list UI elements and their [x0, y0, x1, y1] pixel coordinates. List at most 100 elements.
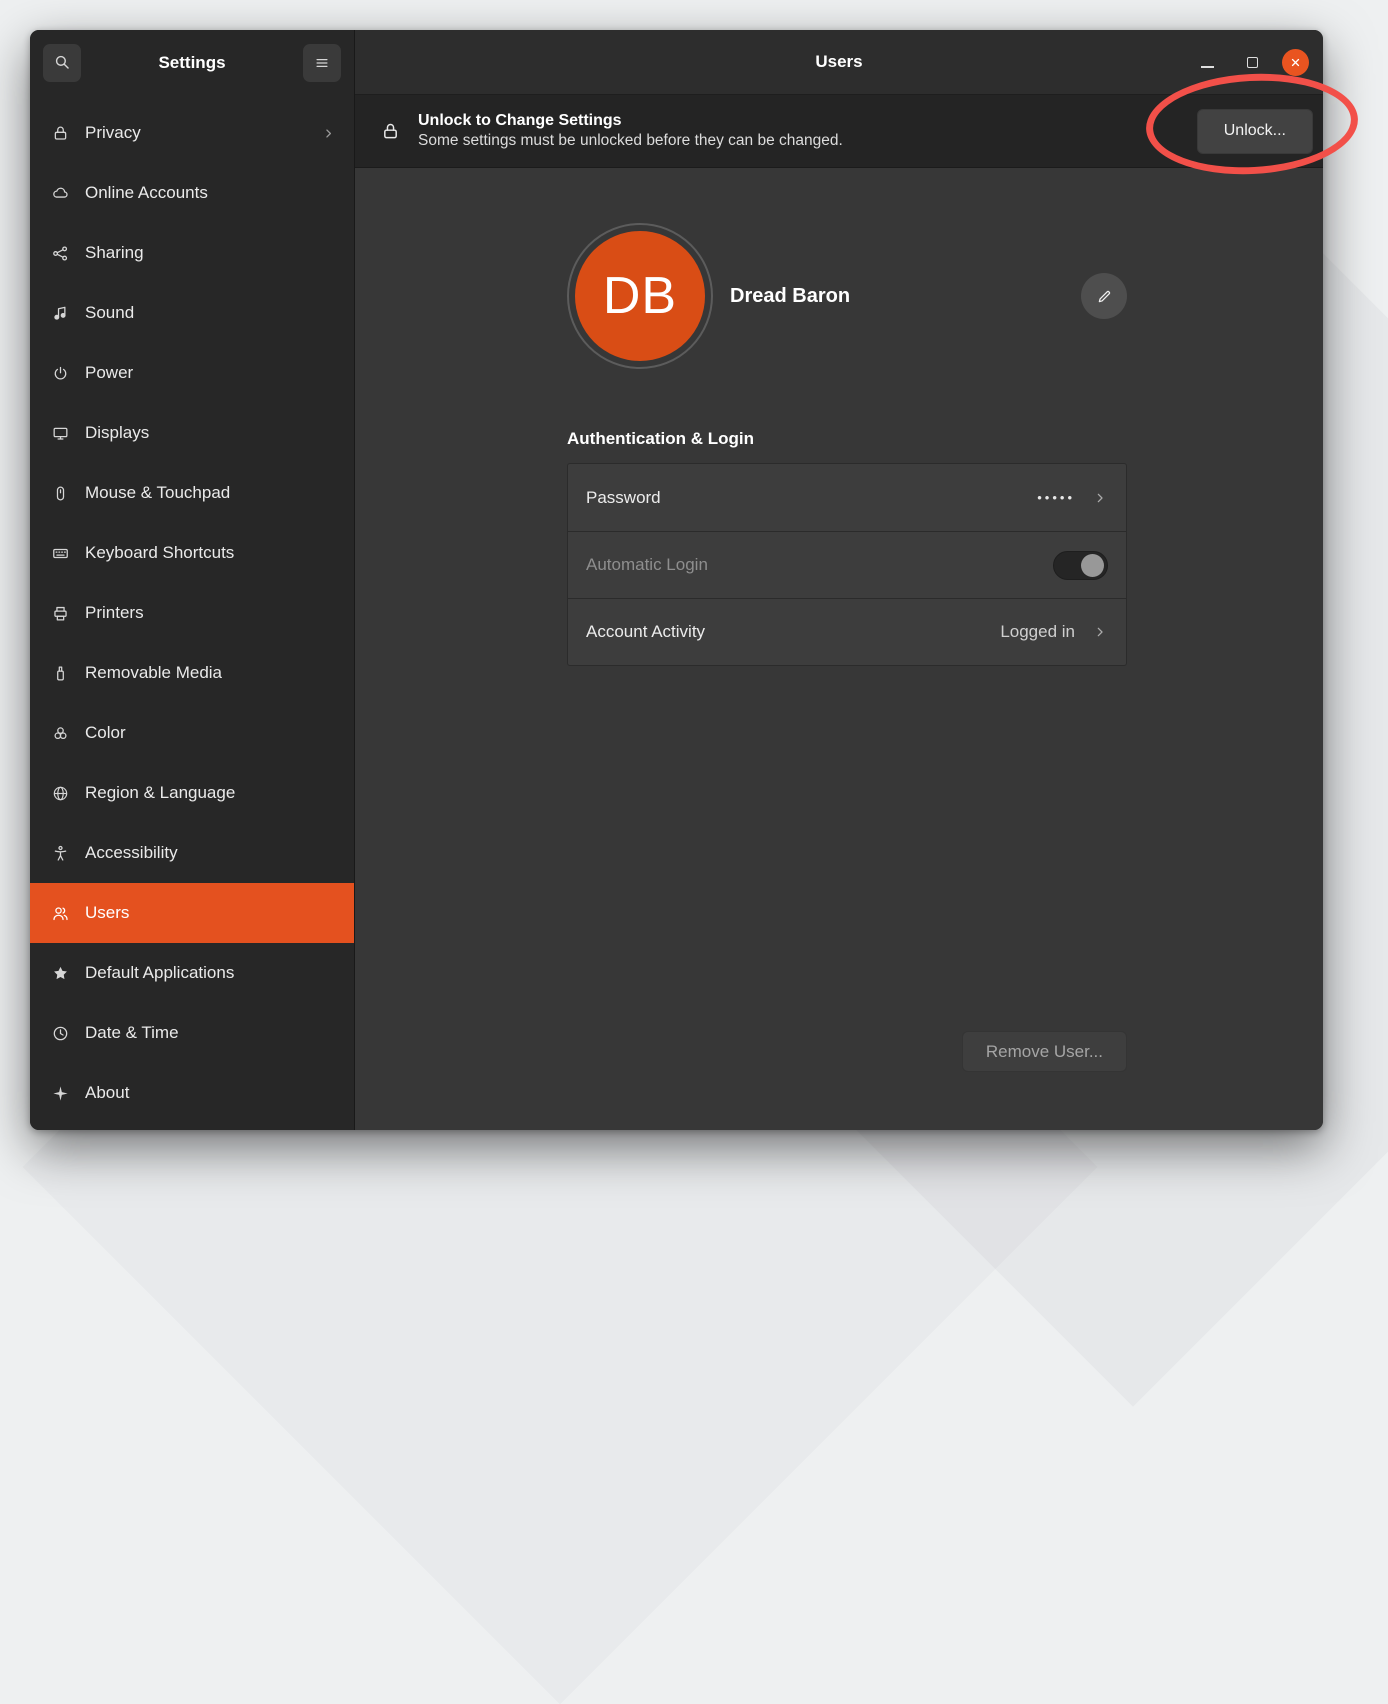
sidebar-item-sharing[interactable]: Sharing [30, 223, 354, 283]
page-title: Users [355, 52, 1323, 72]
edit-name-button[interactable] [1081, 273, 1127, 319]
section-title-authentication: Authentication & Login [567, 429, 1127, 449]
sidebar-item-removable-media[interactable]: Removable Media [30, 643, 354, 703]
main-panel: Users Unlock to Change Settings Some set… [355, 30, 1323, 1130]
lock-icon [379, 120, 401, 142]
avatar[interactable]: DB [575, 231, 705, 361]
share-icon [50, 243, 70, 263]
sidebar-item-label: Sharing [85, 243, 144, 263]
accessibility-icon [50, 843, 70, 863]
user-full-name: Dread Baron [730, 285, 850, 308]
account-activity-label: Account Activity [586, 622, 705, 642]
headerbar: Users [355, 30, 1323, 95]
unlock-button[interactable]: Unlock... [1197, 109, 1313, 154]
sidebar-item-users[interactable]: Users [30, 883, 354, 943]
keyboard-icon [50, 543, 70, 563]
app-title: Settings [81, 53, 303, 73]
infobar-text: Unlock to Change Settings Some settings … [418, 110, 843, 153]
toggle-knob [1081, 554, 1104, 577]
password-label: Password [586, 488, 661, 508]
sidebar-item-label: Power [85, 363, 133, 383]
avatar-ring: DB [567, 223, 713, 369]
profile-row: DB Dread Baron [567, 223, 1127, 369]
infobar-title: Unlock to Change Settings [418, 110, 843, 132]
authentication-card: Password ••••• Automatic Login [567, 463, 1127, 666]
menu-icon [312, 53, 332, 73]
maximize-button[interactable] [1237, 47, 1267, 77]
sidebar-item-label: Region & Language [85, 783, 235, 803]
clock-icon [50, 1023, 70, 1043]
remove-user-button[interactable]: Remove User... [962, 1031, 1127, 1072]
close-button[interactable] [1282, 49, 1309, 76]
printer-icon [50, 603, 70, 623]
sidebar-item-label: Mouse & Touchpad [85, 483, 230, 503]
minimize-button[interactable] [1192, 47, 1222, 77]
sidebar-item-about[interactable]: About [30, 1063, 354, 1123]
mouse-icon [50, 483, 70, 503]
automatic-login-label: Automatic Login [586, 555, 708, 575]
sidebar-item-label: Date & Time [85, 1023, 179, 1043]
sidebar-item-default-applications[interactable]: Default Applications [30, 943, 354, 1003]
sidebar-item-label: Online Accounts [85, 183, 208, 203]
sidebar-item-label: Default Applications [85, 963, 234, 983]
chevron-right-icon [321, 126, 336, 141]
pencil-icon [1095, 287, 1114, 306]
sidebar-item-sound[interactable]: Sound [30, 283, 354, 343]
password-dots: ••••• [1037, 490, 1075, 505]
globe-icon [50, 783, 70, 803]
sidebar-header: Settings [30, 30, 354, 95]
close-icon [1289, 56, 1302, 69]
sidebar-nav: Privacy Online Accounts Sharing [30, 95, 354, 1130]
sidebar-item-label: Removable Media [85, 663, 222, 683]
sidebar-item-privacy[interactable]: Privacy [30, 103, 354, 163]
search-button[interactable] [43, 44, 81, 82]
sidebar-item-label: About [85, 1083, 129, 1103]
sidebar-item-power[interactable]: Power [30, 343, 354, 403]
display-icon [50, 423, 70, 443]
sidebar-item-online-accounts[interactable]: Online Accounts [30, 163, 354, 223]
automatic-login-row: Automatic Login [568, 531, 1126, 598]
sidebar: Settings Privacy Onl [30, 30, 355, 1130]
unlock-infobar: Unlock to Change Settings Some settings … [355, 95, 1323, 168]
password-row[interactable]: Password ••••• [568, 464, 1126, 531]
automatic-login-toggle[interactable] [1053, 551, 1108, 580]
search-icon [52, 53, 72, 73]
cloud-icon [50, 183, 70, 203]
users-content: DB Dread Baron Authentication & Login Pa… [355, 168, 1323, 1130]
primary-menu-button[interactable] [303, 44, 341, 82]
sidebar-item-keyboard-shortcuts[interactable]: Keyboard Shortcuts [30, 523, 354, 583]
power-icon [50, 363, 70, 383]
users-icon [50, 903, 70, 923]
minimize-icon [1201, 66, 1214, 68]
content-column: DB Dread Baron Authentication & Login Pa… [567, 168, 1127, 666]
music-note-icon [50, 303, 70, 323]
sidebar-item-label: Accessibility [85, 843, 178, 863]
infobar-subtitle: Some settings must be unlocked before th… [418, 131, 843, 152]
window-controls [1192, 47, 1309, 77]
account-activity-value: Logged in [1000, 622, 1075, 642]
usb-drive-icon [50, 663, 70, 683]
star-icon [50, 963, 70, 983]
sidebar-item-label: Displays [85, 423, 149, 443]
sidebar-item-label: Users [85, 903, 129, 923]
chevron-right-icon [1092, 624, 1108, 640]
color-circles-icon [50, 723, 70, 743]
lock-icon [50, 123, 70, 143]
sidebar-item-accessibility[interactable]: Accessibility [30, 823, 354, 883]
sidebar-item-label: Color [85, 723, 126, 743]
sidebar-item-mouse-touchpad[interactable]: Mouse & Touchpad [30, 463, 354, 523]
sidebar-item-printers[interactable]: Printers [30, 583, 354, 643]
sidebar-item-region-language[interactable]: Region & Language [30, 763, 354, 823]
sidebar-item-label: Privacy [85, 123, 141, 143]
sidebar-item-date-time[interactable]: Date & Time [30, 1003, 354, 1063]
sidebar-item-color[interactable]: Color [30, 703, 354, 763]
settings-window: Settings Privacy Onl [30, 30, 1323, 1130]
maximize-icon [1247, 57, 1258, 68]
sidebar-item-displays[interactable]: Displays [30, 403, 354, 463]
chevron-right-icon [1092, 490, 1108, 506]
sparkle-icon [50, 1083, 70, 1103]
account-activity-row[interactable]: Account Activity Logged in [568, 598, 1126, 665]
sidebar-item-label: Sound [85, 303, 134, 323]
sidebar-item-label: Printers [85, 603, 144, 623]
sidebar-item-label: Keyboard Shortcuts [85, 543, 234, 563]
